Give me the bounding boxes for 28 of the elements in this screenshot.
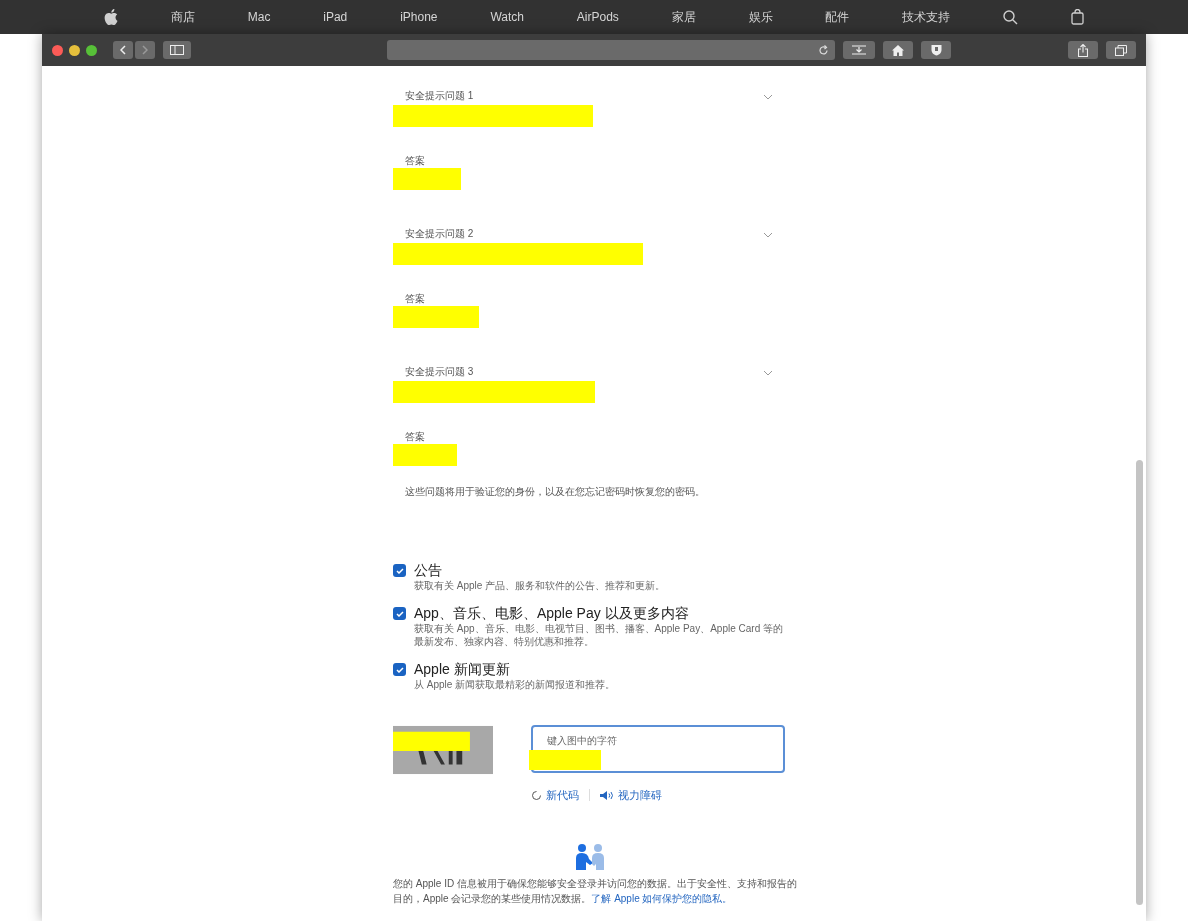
question-label: 安全提示问题 3	[405, 365, 475, 379]
questions-note: 这些问题将用于验证您的身份，以及在您忘记密码时恢复您的密码。	[405, 485, 706, 499]
nav-link[interactable]: Mac	[247, 8, 271, 26]
nav-link[interactable]: AirPods	[576, 8, 619, 26]
question-label: 安全提示问题 1	[405, 89, 475, 103]
answer-label: 答案	[405, 154, 426, 168]
nav-link[interactable]: iPhone	[400, 8, 438, 26]
nav-link[interactable]: 商店	[170, 8, 195, 26]
subscription-description: 获取有关 App、音乐、电影、电视节目、图书、播客、Apple Pay、Apple Card 等的最新发布、独家内容、特别优惠和推荐。	[414, 622, 784, 648]
nav-link[interactable]: 技术支持	[902, 8, 951, 26]
new-code-link[interactable]: 新代码	[531, 787, 579, 804]
subscription-title: App、音乐、电影、Apple Pay 以及更多内容	[414, 604, 690, 622]
subscription-description: 获取有关 Apple 产品、服务和软件的公告、推荐和更新。	[414, 579, 667, 592]
question-label: 安全提示问题 2	[405, 227, 475, 241]
subscription-title: 公告	[414, 561, 443, 579]
privacy-text: 您的 Apple ID 信息被用于确保您能够安全登录并访问您的数据。出于安全性、支持和报告的目的，Apple 会记录您的某些使用情况数据。了解 Apple 如何保护您的隐私。	[393, 876, 797, 906]
nav-link[interactable]: 娱乐	[748, 8, 773, 26]
vision-impaired-link[interactable]: 视力障碍	[600, 787, 662, 804]
captcha-input[interactable]: 键入图中的字符	[531, 725, 785, 773]
subscription-title: Apple 新闻更新	[414, 660, 511, 678]
answer-label: 答案	[405, 430, 426, 444]
nav-link[interactable]: 配件	[825, 8, 850, 26]
subscription-description: 从 Apple 新闻获取最精彩的新闻报道和推荐。	[414, 678, 617, 691]
nav-link[interactable]: Watch	[490, 8, 524, 26]
privacy-link[interactable]: 了解 Apple 如何保护您的隐私。	[591, 892, 733, 904]
answer-label: 答案	[405, 292, 426, 306]
nav-link[interactable]: iPad	[323, 8, 348, 26]
nav-link[interactable]: 家居	[671, 8, 696, 26]
